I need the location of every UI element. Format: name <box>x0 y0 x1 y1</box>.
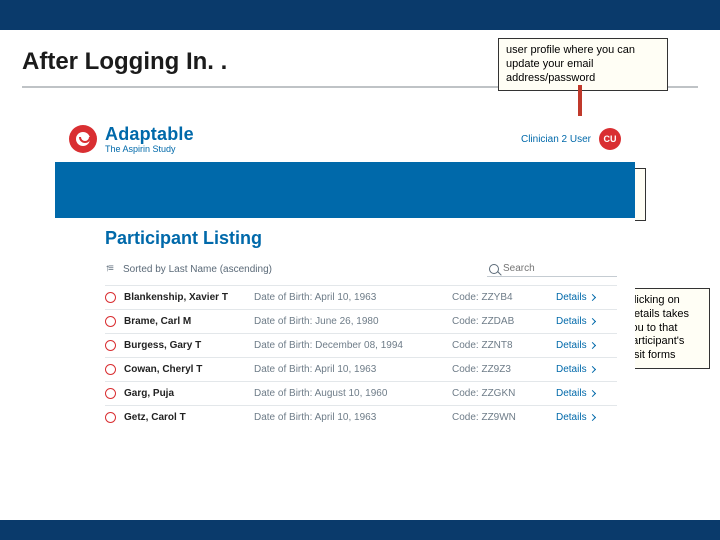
table-row: Burgess, Gary T Date of Birth: December 0… <box>105 333 617 357</box>
details-label: Details <box>556 292 587 303</box>
details-link[interactable]: Details <box>556 412 595 423</box>
details-label: Details <box>556 340 587 351</box>
row-radio[interactable] <box>105 316 116 327</box>
row-code: Code: ZZGKN <box>452 388 548 399</box>
row-code: Code: ZZ9WN <box>452 412 548 423</box>
details-link[interactable]: Details <box>556 388 595 399</box>
row-name: Cowan, Cheryl T <box>124 364 246 375</box>
chevron-right-icon <box>589 318 596 325</box>
search-box[interactable] <box>487 261 617 277</box>
brand-name: Adaptable <box>105 125 194 143</box>
chevron-right-icon <box>589 294 596 301</box>
callout-user-profile: user profile where you can update your e… <box>498 38 668 91</box>
search-icon <box>489 264 499 274</box>
row-name: Brame, Carl M <box>124 316 246 327</box>
details-link[interactable]: Details <box>556 364 595 375</box>
row-name: Burgess, Gary T <box>124 340 246 351</box>
row-name: Blankenship, Xavier T <box>124 292 246 303</box>
chevron-right-icon <box>589 366 596 373</box>
brand-tagline: The Aspirin Study <box>105 145 194 154</box>
slide-bottom-bar <box>0 520 720 540</box>
user-label: Clinician 2 User <box>521 134 591 145</box>
details-label: Details <box>556 412 587 423</box>
row-code: Code: ZZYB4 <box>452 292 548 303</box>
participant-list: Blankenship, Xavier T Date of Birth: Apri… <box>55 281 635 429</box>
row-dob: Date of Birth: April 10, 1963 <box>254 412 444 423</box>
slide-top-bar <box>0 0 720 30</box>
chevron-right-icon <box>589 342 596 349</box>
row-dob: Date of Birth: June 26, 1980 <box>254 316 444 327</box>
row-name: Getz, Carol T <box>124 412 246 423</box>
table-row: Garg, Puja Date of Birth: August 10, 1960… <box>105 381 617 405</box>
details-label: Details <box>556 388 587 399</box>
row-name: Garg, Puja <box>124 388 246 399</box>
row-code: Code: ZZDAB <box>452 316 548 327</box>
avatar[interactable]: CU <box>599 128 621 150</box>
table-row: Getz, Carol T Date of Birth: April 10, 19… <box>105 405 617 429</box>
details-label: Details <box>556 316 587 327</box>
row-dob: Date of Birth: December 08, 1994 <box>254 340 444 351</box>
row-radio[interactable] <box>105 412 116 423</box>
page-heading: Participant Listing <box>105 228 617 249</box>
table-row: Brame, Carl M Date of Birth: June 26, 198… <box>105 309 617 333</box>
sort-icon <box>105 263 117 275</box>
row-radio[interactable] <box>105 292 116 303</box>
details-link[interactable]: Details <box>556 316 595 327</box>
table-row: Blankenship, Xavier T Date of Birth: Apri… <box>105 285 617 309</box>
row-radio[interactable] <box>105 340 116 351</box>
row-code: Code: ZZNT8 <box>452 340 548 351</box>
brand-logo-icon <box>69 125 97 153</box>
page-heading-area: Participant Listing <box>55 218 635 255</box>
details-link[interactable]: Details <box>556 292 595 303</box>
list-toolbar: Sorted by Last Name (ascending) <box>55 255 635 281</box>
chevron-right-icon <box>589 390 596 397</box>
brand-left: Adaptable The Aspirin Study <box>69 125 194 154</box>
search-input[interactable] <box>503 263 603 274</box>
row-code: Code: ZZ9Z3 <box>452 364 548 375</box>
details-label: Details <box>556 364 587 375</box>
table-row: Cowan, Cheryl T Date of Birth: April 10, … <box>105 357 617 381</box>
row-radio[interactable] <box>105 388 116 399</box>
row-dob: Date of Birth: August 10, 1960 <box>254 388 444 399</box>
row-radio[interactable] <box>105 364 116 375</box>
sort-label: Sorted by Last Name (ascending) <box>123 264 272 275</box>
brand-bar: Adaptable The Aspirin Study Clinician 2 … <box>55 116 635 162</box>
details-link[interactable]: Details <box>556 340 595 351</box>
chevron-right-icon <box>589 414 596 421</box>
user-menu[interactable]: Clinician 2 User CU <box>521 128 621 150</box>
brand-text: Adaptable The Aspirin Study <box>105 125 194 154</box>
row-dob: Date of Birth: April 10, 1963 <box>254 364 444 375</box>
hero-strip <box>55 162 635 218</box>
app-screenshot: Adaptable The Aspirin Study Clinician 2 … <box>55 116 635 520</box>
row-dob: Date of Birth: April 10, 1963 <box>254 292 444 303</box>
sort-control[interactable]: Sorted by Last Name (ascending) <box>105 263 272 275</box>
